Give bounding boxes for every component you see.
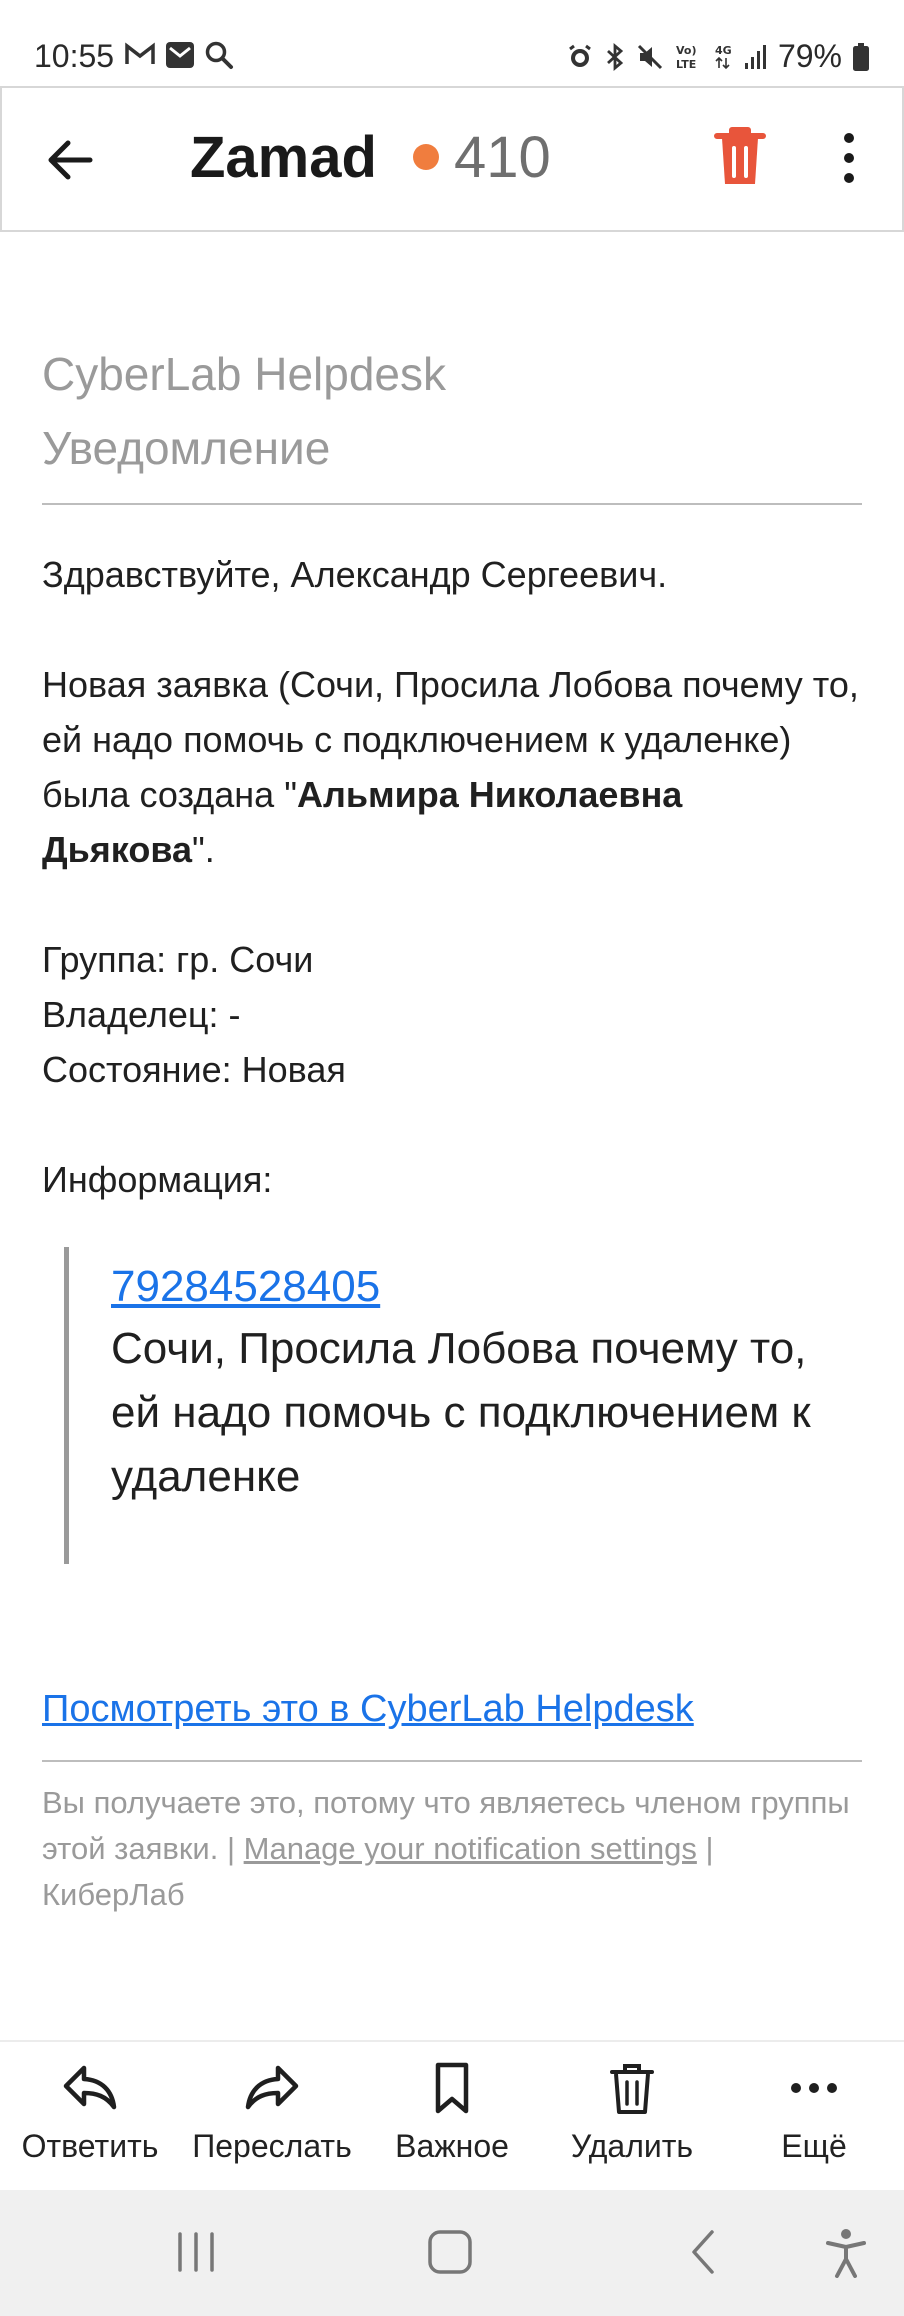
view-in-helpdesk-link[interactable]: Посмотреть это в CyberLab Helpdesk <box>42 1684 862 1734</box>
reply-button[interactable]: Ответить <box>0 2062 180 2165</box>
bluetooth-icon <box>607 42 624 71</box>
email-header-subtitle: Уведомление <box>42 422 331 474</box>
status-right-icons: Vo) LTE 4G 79% <box>566 38 870 75</box>
greeting: Здравствуйте, Александр Сергеевич. <box>42 554 668 595</box>
info-quote: 79284528405 Сочи, Просила Лобова почему … <box>64 1247 862 1564</box>
reply-icon <box>63 2065 117 2110</box>
recent-apps-icon[interactable] <box>174 2228 218 2276</box>
folder-title: Zamad <box>190 125 377 190</box>
status-left-icons <box>124 40 234 70</box>
state-line: Состояние: Новая <box>42 1049 346 1090</box>
owner-line: Владелец: - <box>42 994 241 1035</box>
svg-text:Vo): Vo) <box>676 44 697 57</box>
footer-note: Вы получаете это, потому что являетесь ч… <box>42 1780 862 1918</box>
important-label: Важное <box>395 2128 509 2164</box>
email-header-title: CyberLab Helpdesk <box>42 348 447 400</box>
created-suffix: ". <box>192 829 215 870</box>
delete-button[interactable]: Удалить <box>542 2062 722 2165</box>
top-app-bar: Zamad 410 <box>0 86 904 232</box>
notification-settings-link[interactable]: Manage your notification settings <box>244 1831 697 1866</box>
forward-icon <box>245 2065 299 2110</box>
system-navigation-bar <box>0 2190 904 2316</box>
info-label: Информация: <box>42 1159 273 1200</box>
more-button[interactable]: Ещё <box>724 2062 904 2165</box>
request-details: Группа: гр. Сочи Владелец: - Состояние: … <box>42 932 862 1097</box>
svg-text:4G: 4G <box>715 44 732 57</box>
gmail-icon <box>125 42 155 64</box>
delete-label: Удалить <box>570 2128 694 2164</box>
svg-text:LTE: LTE <box>676 58 696 71</box>
more-horizontal-icon <box>791 2083 837 2093</box>
bottom-action-bar: Ответить Переслать Важное Удалить Ещё <box>0 2040 904 2190</box>
signal-icon <box>744 44 766 69</box>
group-line: Группа: гр. Сочи <box>42 939 314 980</box>
status-time: 10:55 <box>34 38 115 74</box>
back-arrow-icon[interactable] <box>40 130 100 190</box>
forward-button[interactable]: Переслать <box>182 2062 362 2165</box>
reply-label: Ответить <box>21 2128 159 2164</box>
bookmark-icon <box>435 2062 469 2114</box>
email-body: CyberLab Helpdesk Уведомление Здравствуй… <box>42 232 862 1918</box>
quote-text: Сочи, Просила Лобова почему то, ей надо … <box>111 1324 811 1501</box>
more-label: Ещё <box>781 2128 847 2164</box>
unread-dot-icon <box>413 144 439 170</box>
forward-label: Переслать <box>192 2128 352 2164</box>
system-back-icon[interactable] <box>686 2228 722 2276</box>
alarm-icon <box>569 44 591 67</box>
search-icon <box>205 41 233 69</box>
request-created-text: Новая заявка (Сочи, Просила Лобова почем… <box>42 657 862 877</box>
footer-divider <box>42 1760 862 1762</box>
trash-icon <box>610 2064 654 2114</box>
home-icon[interactable] <box>426 2228 474 2276</box>
4g-icon: 4G <box>715 44 732 69</box>
phone-link[interactable]: 79284528405 <box>111 1257 862 1317</box>
mute-icon <box>637 44 663 69</box>
accessibility-icon[interactable] <box>824 2228 868 2278</box>
battery-icon <box>853 42 869 71</box>
mail-icon <box>166 42 194 68</box>
important-button[interactable]: Важное <box>362 2062 542 2165</box>
battery-percent: 79% <box>777 38 842 74</box>
more-vertical-icon[interactable] <box>834 128 864 188</box>
email-header: CyberLab Helpdesk Уведомление <box>42 232 862 485</box>
status-bar: 10:55 Vo) LTE 4G 79% <box>0 0 904 86</box>
unread-count: 410 <box>454 125 551 190</box>
volte-icon: Vo)LTE <box>676 44 697 71</box>
delete-trash-icon[interactable] <box>712 124 768 190</box>
header-divider <box>42 503 862 505</box>
